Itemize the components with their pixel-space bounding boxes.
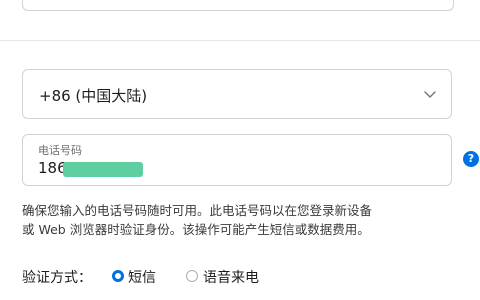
phone-number-label: 电话号码 <box>38 144 82 157</box>
hint-line-1: 确保您输入的电话号码随时可用。此电话号码以在您登录新设备 <box>22 203 373 218</box>
help-icon[interactable]: ? <box>463 151 479 167</box>
voice-call-option-label[interactable]: 语音来电 <box>203 267 259 287</box>
country-code-value: +86 (中国大陆) <box>39 87 148 105</box>
previous-field[interactable] <box>22 0 454 11</box>
phone-hint-text: 确保您输入的电话号码随时可用。此电话号码以在您登录新设备 或 Web 浏览器时验… <box>22 201 462 239</box>
country-code-select[interactable]: +86 (中国大陆) <box>22 69 452 119</box>
sms-option-label[interactable]: 短信 <box>128 267 156 287</box>
section-divider <box>0 40 480 41</box>
chevron-down-icon <box>424 91 436 98</box>
hint-line-2: 或 Web 浏览器时验证身份。该操作可能产生短信或数据费用。 <box>22 222 370 237</box>
phone-settings-panel: +86 (中国大陆) 电话号码 186 ? 确保您输入的电话号码随时可用。此电话… <box>0 0 480 300</box>
verification-method-label: 验证方式： <box>22 270 92 286</box>
phone-number-field[interactable]: 电话号码 186 <box>22 134 452 186</box>
sms-radio[interactable] <box>112 270 124 282</box>
voice-call-radio[interactable] <box>186 270 198 282</box>
redacted-block <box>63 162 143 177</box>
